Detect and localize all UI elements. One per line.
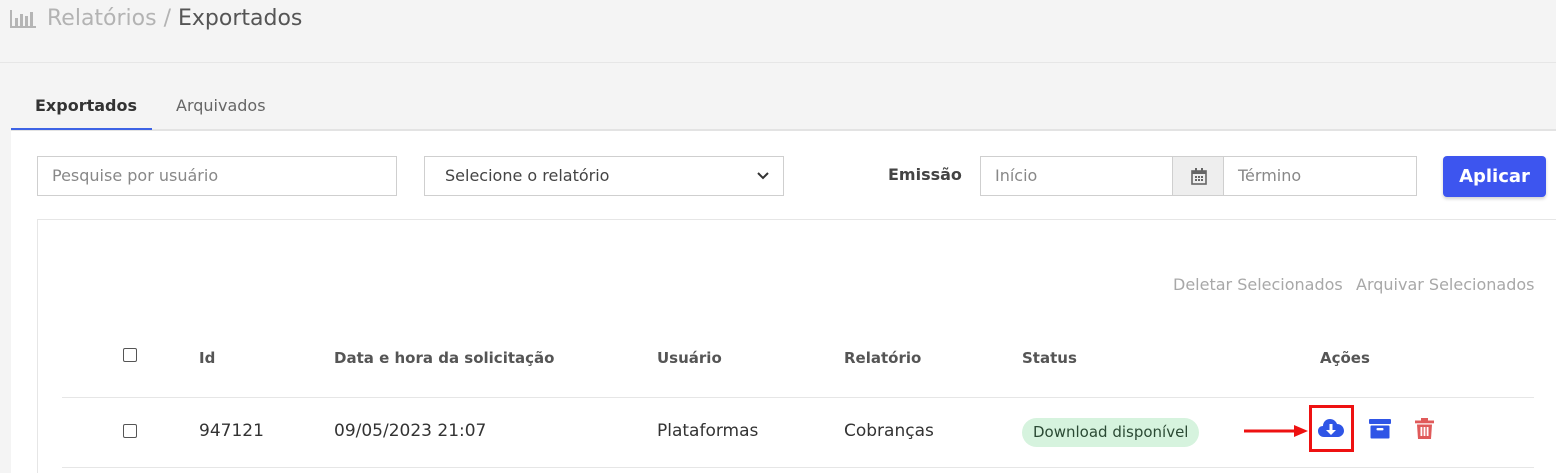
active-tab-indicator [11, 128, 152, 130]
cloud-download-icon[interactable] [1318, 418, 1344, 438]
trash-icon[interactable] [1415, 418, 1434, 439]
select-all-checkbox[interactable] [123, 348, 137, 362]
tab-arquivados[interactable]: Arquivados [176, 96, 266, 115]
row-report: Cobranças [844, 421, 934, 441]
annotation-arrow-icon [1244, 425, 1308, 437]
column-header-actions: Ações [1320, 349, 1370, 367]
breadcrumb: Relatórios / Exportados [47, 6, 302, 31]
top-bar: Relatórios / Exportados [0, 0, 1556, 63]
column-header-status: Status [1022, 349, 1077, 367]
row-datetime: 09/05/2023 21:07 [334, 421, 487, 441]
breadcrumb-separator: / [156, 6, 178, 31]
row-checkbox[interactable] [123, 424, 137, 438]
end-date-input[interactable]: Término [1223, 156, 1417, 196]
apply-button[interactable]: Aplicar [1443, 156, 1546, 197]
status-badge: Download disponível [1022, 418, 1200, 447]
row-user: Plataformas [657, 421, 759, 441]
calendar-icon [1191, 168, 1207, 185]
delete-selected-link[interactable]: Deletar Selecionados [1173, 275, 1343, 294]
start-date-input[interactable]: Início [980, 156, 1173, 196]
emission-label: Emissão [888, 165, 962, 184]
column-header-datetime: Data e hora da solicitação [334, 349, 555, 367]
header-divider [62, 397, 1534, 398]
calendar-button[interactable] [1172, 156, 1224, 196]
breadcrumb-parent[interactable]: Relatórios [47, 6, 157, 31]
tab-bar: Exportados Arquivados [11, 90, 1556, 131]
report-select-value: Selecione o relatório [445, 166, 610, 185]
row-id: 947121 [199, 421, 264, 441]
column-header-report: Relatório [844, 349, 922, 367]
row-divider [62, 467, 1534, 468]
archive-selected-link[interactable]: Arquivar Selecionados [1356, 275, 1534, 294]
search-user-input[interactable]: Pesquise por usuário [37, 156, 397, 196]
breadcrumb-current: Exportados [178, 6, 303, 31]
report-select[interactable]: Selecione o relatório [424, 156, 784, 196]
column-header-user: Usuário [657, 349, 722, 367]
tab-exportados[interactable]: Exportados [35, 96, 137, 115]
archive-icon[interactable] [1369, 419, 1391, 439]
bar-chart-icon [10, 10, 36, 28]
chevron-down-icon [757, 172, 769, 180]
column-header-id: Id [199, 349, 216, 367]
